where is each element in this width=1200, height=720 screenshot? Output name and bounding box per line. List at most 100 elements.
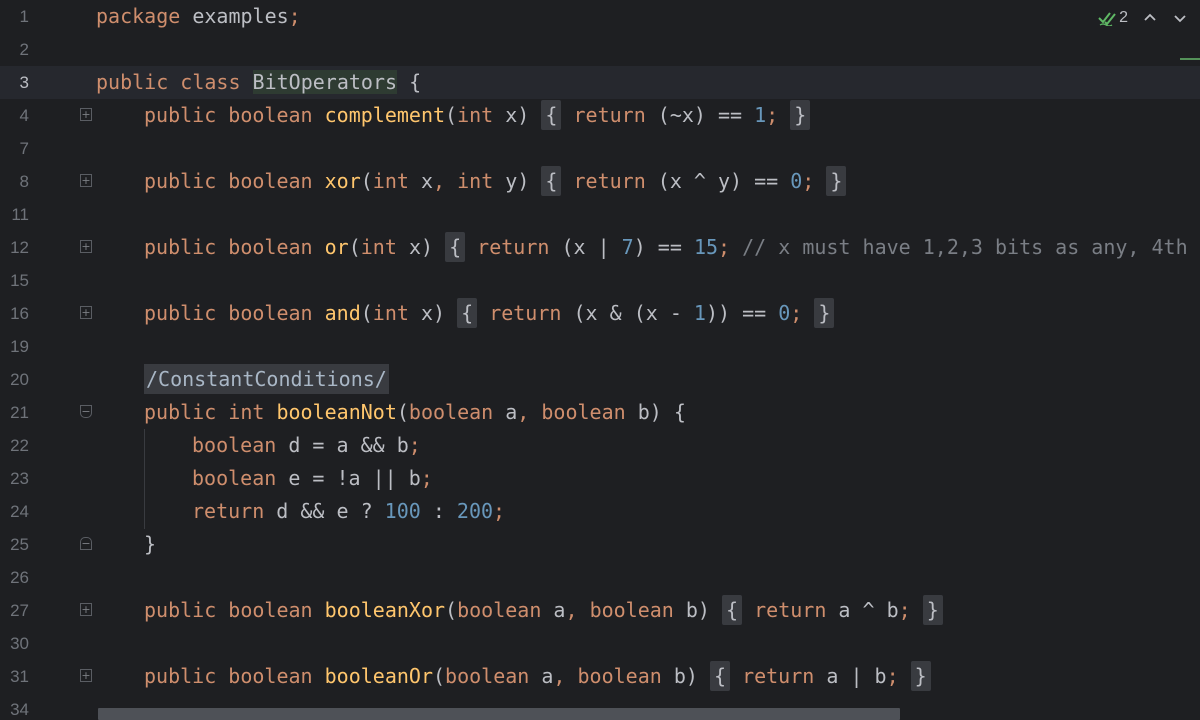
code-token: public boolean (144, 598, 325, 622)
code-text[interactable]: public boolean complement(int x) { retur… (144, 99, 811, 132)
code-line[interactable]: 22 boolean d = a && b; (0, 429, 1200, 462)
code-token: 0 (778, 301, 791, 325)
line-number: 34 (10, 700, 29, 719)
code-token: 200 (456, 499, 494, 523)
code-text[interactable]: public class BitOperators { (96, 66, 421, 99)
code-text[interactable]: /ConstantConditions/ (144, 363, 389, 396)
code-token: ; (420, 466, 433, 490)
code-line[interactable]: 21− public int booleanNot(boolean a, bool… (0, 396, 1200, 429)
code-token: (x | (561, 235, 622, 259)
horizontal-scrollbar[interactable] (98, 708, 900, 720)
code-line[interactable]: 8 + public boolean xor(int x, int y) { ret… (0, 165, 1200, 198)
line-number: 7 (19, 139, 29, 158)
folded-code-block[interactable]: { (541, 100, 562, 130)
code-line[interactable]: 4 + public boolean complement(int x) { ret… (0, 99, 1200, 132)
code-token: boolean (541, 400, 638, 424)
code-line[interactable]: 30 (0, 627, 1200, 660)
code-line[interactable]: 19 (0, 330, 1200, 363)
folded-code-block[interactable]: { (541, 166, 562, 196)
folded-code-block[interactable]: { (457, 298, 478, 328)
fold-collapse-icon[interactable]: − (80, 405, 92, 418)
fold-expand-icon[interactable]: + (80, 240, 92, 253)
code-line[interactable]: 20/ConstantConditions/ (0, 363, 1200, 396)
code-text[interactable]: public boolean xor(int x, int y) { retur… (144, 165, 847, 198)
code-token: b) { (637, 400, 686, 424)
code-token: 0 (790, 169, 803, 193)
code-text[interactable]: boolean d = a && b; (192, 429, 421, 462)
code-token: ; (898, 598, 911, 622)
fold-expand-icon[interactable]: + (80, 108, 92, 121)
code-editor[interactable]: 1 package examples; 2 3 public class BitOper… (0, 0, 1200, 720)
code-line[interactable]: 15 (0, 264, 1200, 297)
code-token: ; (886, 664, 899, 688)
line-number: 16 (10, 304, 29, 323)
code-line[interactable]: 11 (0, 198, 1200, 231)
folded-code-block[interactable]: { (709, 661, 731, 691)
folded-code-block[interactable]: } (790, 100, 811, 130)
code-token: 1 (693, 301, 706, 325)
code-line[interactable]: 23 boolean e = !a || b; (0, 462, 1200, 495)
code-token: boolean (408, 400, 506, 424)
code-token: int (360, 235, 409, 259)
code-token: } (144, 532, 157, 556)
folded-code-block[interactable]: } (814, 298, 835, 328)
code-text[interactable]: public boolean and(int x) { return (x & … (144, 297, 835, 330)
code-text[interactable]: public boolean booleanXor(boolean a, boo… (144, 594, 943, 627)
code-line[interactable]: 27 + public boolean booleanXor(boolean a, … (0, 594, 1200, 627)
folded-code-block[interactable]: } (826, 166, 847, 196)
line-number: 22 (10, 436, 29, 455)
code-line[interactable]: 12 + public boolean or(int x) { return (x … (0, 231, 1200, 264)
code-line[interactable]: 26 (0, 561, 1200, 594)
inspection-count: 2 (1119, 9, 1128, 26)
code-line[interactable]: 2 (0, 33, 1200, 66)
line-number: 12 (10, 238, 29, 257)
code-text[interactable]: public int booleanNot(boolean a, boolean… (144, 396, 686, 429)
code-token: ( (360, 169, 373, 193)
folded-code-block[interactable]: } (922, 595, 943, 625)
folded-code-block[interactable]: { (722, 595, 743, 625)
code-token: public boolean (144, 169, 325, 193)
code-token: (~x) == (657, 103, 755, 127)
code-token: 100 (384, 499, 421, 523)
fold-end-icon[interactable]: − (80, 537, 92, 550)
code-text[interactable]: package examples; (96, 0, 301, 33)
code-text[interactable]: return d && e ? 100 : 200; (192, 495, 505, 528)
code-line[interactable]: 16 + public boolean and(int x) { return (x… (0, 297, 1200, 330)
code-token: b) (685, 598, 723, 622)
code-token: ; (766, 103, 779, 127)
code-token: ( (445, 103, 458, 127)
code-token: x (420, 169, 434, 193)
line-number: 31 (10, 667, 29, 686)
fold-expand-icon[interactable]: + (80, 174, 92, 187)
inspection-status[interactable]: 2 (1098, 9, 1128, 27)
fold-expand-icon[interactable]: + (80, 306, 92, 319)
chevron-up-icon[interactable] (1142, 10, 1158, 26)
code-line[interactable]: 3 public class BitOperators { (0, 66, 1200, 99)
code-text[interactable]: boolean e = !a || b; (192, 462, 433, 495)
fold-expand-icon[interactable]: + (80, 669, 92, 682)
code-line[interactable]: 24 return d && e ? 100 : 200; (0, 495, 1200, 528)
folded-code-block[interactable]: { (445, 232, 466, 262)
code-line[interactable]: 1 package examples; (0, 0, 1200, 33)
code-line[interactable]: 31 + public boolean booleanOr(boolean a, b… (0, 660, 1200, 693)
code-token: boolean (457, 598, 554, 622)
chevron-down-icon[interactable] (1172, 10, 1188, 26)
code-line[interactable]: 25 −} (0, 528, 1200, 561)
fold-expand-icon[interactable]: + (80, 603, 92, 616)
line-number: 23 (10, 469, 29, 488)
code-text[interactable]: } (144, 528, 156, 561)
code-text[interactable]: public boolean booleanOr(boolean a, bool… (144, 660, 931, 693)
code-token: a (541, 664, 554, 688)
code-token: a | b (826, 664, 887, 688)
code-token: a ^ b (838, 598, 899, 622)
code-token: boolean (192, 433, 289, 457)
code-line[interactable]: 7 (0, 132, 1200, 165)
folded-code-block[interactable]: } (910, 661, 931, 691)
code-text[interactable]: public boolean or(int x) { return (x | 7… (144, 231, 1200, 264)
